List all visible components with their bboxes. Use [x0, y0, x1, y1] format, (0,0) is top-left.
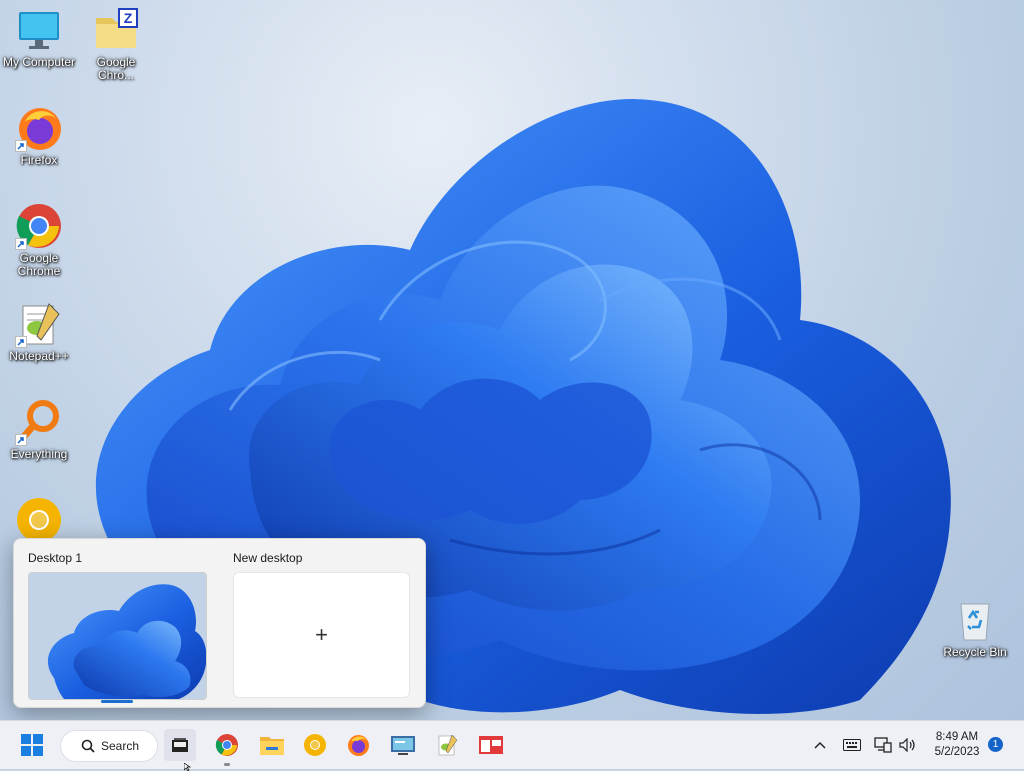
taskbar-file-explorer[interactable]	[256, 729, 288, 761]
desktop-icon-label: Google Chro...	[96, 55, 136, 82]
chrome-icon	[215, 734, 238, 756]
desktop-icon-google-chrome[interactable]: Google Chrome	[0, 202, 78, 278]
show-hidden-icons-button[interactable]	[810, 735, 830, 755]
task-view-button[interactable]	[164, 729, 196, 761]
task-view-icon	[172, 738, 188, 752]
taskbar-search-box[interactable]: Search	[60, 730, 158, 762]
chevron-up-icon	[814, 741, 826, 749]
desktop-icon-firefox[interactable]: Firefox	[0, 104, 78, 167]
keyboard-icon	[843, 739, 861, 751]
desktop-icon-everything[interactable]: Everything	[0, 398, 78, 461]
desktop-icon-recycle-bin[interactable]: Recycle Bin	[936, 596, 1014, 659]
clock-date: 5/2/2023	[934, 746, 980, 758]
file-explorer-icon	[260, 737, 284, 755]
volume-icon	[899, 738, 915, 752]
mouse-cursor-icon	[184, 763, 192, 771]
desktop-icon-label: My Computer	[2, 55, 76, 69]
desktop-icon-label: Everything	[10, 447, 68, 461]
taskbar-chrome-canary[interactable]	[299, 729, 331, 761]
search-icon	[81, 739, 95, 753]
taskbar-firefox[interactable]	[342, 729, 374, 761]
chrome-canary-icon	[304, 734, 326, 756]
snipping-tool-icon	[479, 736, 503, 754]
desktop-icon-chrome-canary[interactable]	[0, 496, 78, 544]
taskbar-notepadpp[interactable]	[431, 729, 463, 761]
recycle-bin-icon	[951, 596, 999, 644]
desktop-icon-label: Google Chrome	[17, 251, 61, 278]
desktop-icon-label: Firefox	[20, 153, 58, 167]
notepadpp-icon	[438, 734, 458, 756]
chrome-icon	[15, 202, 63, 250]
network-icon	[874, 737, 892, 753]
monitor-icon	[15, 6, 63, 54]
active-desktop-indicator	[101, 700, 133, 703]
virtual-desktop-1-thumbnail[interactable]	[28, 572, 207, 700]
notepadpp-icon	[15, 300, 63, 348]
remote-desktop-icon	[391, 736, 415, 755]
taskbar-chrome[interactable]	[211, 729, 243, 766]
shortcut-arrow-icon	[15, 336, 27, 348]
start-button[interactable]	[16, 729, 48, 761]
virtual-desktop-title: Desktop 1	[28, 551, 83, 565]
new-desktop-button[interactable]: +	[233, 572, 410, 698]
desktop-icon-label: Recycle Bin	[943, 645, 1007, 659]
plus-icon: +	[315, 622, 328, 647]
shortcut-arrow-icon	[15, 140, 27, 152]
notification-badge[interactable]: 1	[988, 737, 1003, 752]
shortcut-arrow-icon	[15, 434, 27, 446]
search-label: Search	[101, 739, 140, 753]
desktop-icon-label: Notepad++	[9, 349, 69, 363]
task-view-panel: Desktop 1 New desktop +	[13, 538, 426, 708]
volume-button[interactable]	[898, 735, 918, 755]
shortcut-arrow-icon	[15, 238, 27, 250]
svg-text:Z: Z	[124, 10, 133, 26]
chrome-canary-icon	[15, 496, 63, 544]
zip-folder-icon: Z	[92, 6, 140, 54]
clock-time: 8:49 AM	[935, 731, 979, 743]
windows-logo-icon	[21, 734, 43, 756]
desktop-icon-my-computer[interactable]: My Computer	[0, 6, 78, 69]
taskbar-snipping-tool[interactable]	[475, 729, 507, 761]
new-desktop-title: New desktop	[233, 551, 303, 565]
magnifier-icon	[15, 398, 63, 446]
taskbar: Search 8:49 AM 5/2/2023 1	[0, 720, 1024, 771]
taskbar-remote-desktop[interactable]	[387, 729, 419, 761]
network-button[interactable]	[873, 735, 893, 755]
running-indicator	[224, 763, 230, 766]
firefox-icon	[348, 735, 369, 756]
desktop[interactable]: My Computer Z Google Chro... Firefox Goo…	[0, 0, 1024, 720]
input-indicator-button[interactable]	[842, 735, 862, 755]
desktop-icon-google-chrome-folder[interactable]: Z Google Chro...	[77, 6, 155, 82]
desktop-icon-notepadpp[interactable]: Notepad++	[0, 300, 78, 363]
clock-button[interactable]: 8:49 AM 5/2/2023	[926, 730, 988, 760]
firefox-icon	[15, 104, 63, 152]
